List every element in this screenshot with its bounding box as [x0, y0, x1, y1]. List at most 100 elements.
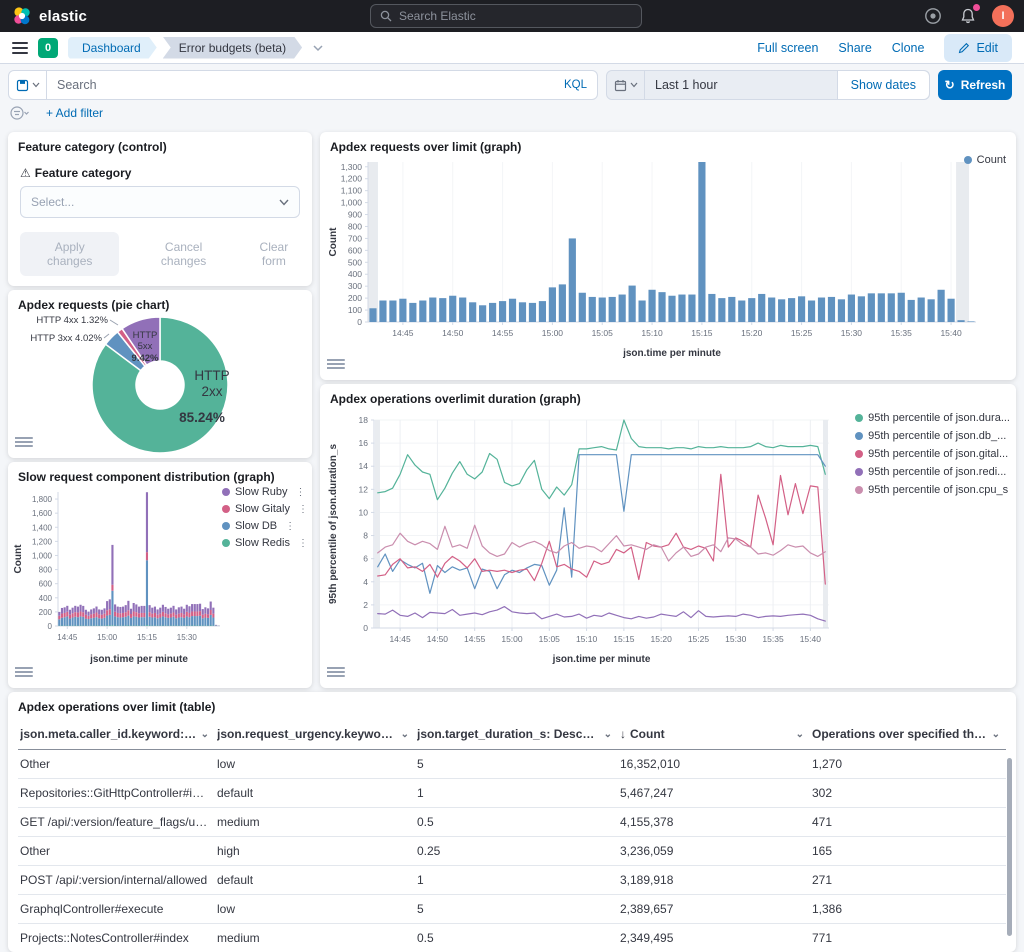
- breadcrumb-chevron-down-icon[interactable]: [312, 44, 324, 52]
- table-cell: low: [215, 895, 415, 924]
- svg-text:400: 400: [348, 269, 362, 279]
- apdex-requests-pie-chart[interactable]: HTTP2xx85.24%HTTP5xx9.42%HTTP 4xx 1.32%H…: [16, 308, 304, 456]
- legend-item[interactable]: 95th percentile of json.dura...: [855, 412, 1010, 424]
- svg-text:5xx: 5xx: [138, 341, 153, 352]
- legend-item[interactable]: 95th percentile of json.redi...: [855, 466, 1010, 478]
- kql-badge[interactable]: KQL: [564, 79, 597, 91]
- menu-hamburger-icon[interactable]: [12, 42, 28, 54]
- logo-text: elastic: [39, 8, 87, 25]
- apply-changes-button[interactable]: Apply changes: [20, 232, 119, 276]
- time-range-value[interactable]: Last 1 hour: [645, 78, 718, 92]
- share-button[interactable]: Share: [838, 41, 871, 55]
- feature-category-select[interactable]: Select...: [20, 186, 300, 218]
- legend-item[interactable]: Slow Redis⋮: [222, 537, 308, 549]
- search-icon: [380, 10, 392, 22]
- apdex-overlimit-duration-line-chart[interactable]: 02468101214161814:4514:5014:5515:0015:05…: [324, 406, 864, 684]
- deployment-icon[interactable]: [922, 5, 944, 27]
- legend-toggle-icon[interactable]: [15, 665, 33, 681]
- table-cell: 1,386: [810, 895, 1006, 924]
- legend-label: Slow DB: [235, 520, 277, 532]
- breadcrumb-dashboard[interactable]: Dashboard: [68, 37, 157, 59]
- svg-text:14:50: 14:50: [427, 634, 449, 644]
- legend-kebab-menu-icon[interactable]: ⋮: [296, 487, 306, 498]
- clone-button[interactable]: Clone: [892, 41, 925, 55]
- table-row: Projects::NotesController#indexmedium0.5…: [18, 924, 1006, 952]
- legend-item[interactable]: Slow DB ⋮: [222, 520, 308, 532]
- legend-kebab-menu-icon[interactable]: ⋮: [285, 521, 295, 532]
- legend-color-dot: [855, 486, 863, 494]
- saved-query-menu[interactable]: [9, 71, 47, 99]
- legend-item[interactable]: 95th percentile of json.cpu_s: [855, 484, 1010, 496]
- clear-form-button[interactable]: Clear form: [248, 240, 300, 268]
- apdex-requests-bar-chart[interactable]: 01002003004005006007008009001,0001,1001,…: [324, 154, 1000, 376]
- line-series: [378, 607, 826, 622]
- column-header-0[interactable]: json.meta.caller_id.keyword: Desce...⌄: [18, 718, 215, 750]
- quick-select-menu[interactable]: [607, 71, 645, 99]
- legend-toggle-icon[interactable]: [15, 435, 33, 451]
- legend-item[interactable]: Slow Gitaly⋮: [222, 503, 308, 515]
- notifications-bell-icon[interactable]: [957, 5, 979, 27]
- column-header-3[interactable]: ↓Count⌄: [618, 718, 810, 750]
- table-cell: 3,236,059: [618, 837, 810, 866]
- edit-button[interactable]: Edit: [944, 34, 1012, 62]
- elastic-logo[interactable]: elastic: [0, 6, 87, 26]
- table-cell: medium: [215, 924, 415, 952]
- svg-text:14:45: 14:45: [392, 328, 414, 338]
- legend-kebab-menu-icon[interactable]: ⋮: [298, 504, 308, 515]
- column-menu-chevron-icon[interactable]: ⌄: [201, 729, 209, 740]
- legend-item[interactable]: Count: [964, 154, 1006, 166]
- legend-item[interactable]: Slow Ruby⋮: [222, 486, 308, 498]
- add-filter-button[interactable]: + Add filter: [46, 106, 103, 120]
- calendar-icon: [614, 79, 627, 92]
- svg-text:18: 18: [359, 415, 369, 425]
- panel-apdex-overlimit-duration: Apdex operations overlimit duration (gra…: [320, 384, 1016, 688]
- column-header-4[interactable]: Operations over specified threshold...⌄: [810, 718, 1006, 750]
- table-cell: medium: [215, 808, 415, 837]
- svg-text:700: 700: [348, 233, 362, 243]
- svg-text:12: 12: [359, 484, 369, 494]
- svg-text:6: 6: [363, 554, 368, 564]
- space-badge[interactable]: 0: [38, 38, 58, 58]
- legend-item[interactable]: 95th percentile of json.db_...: [855, 430, 1010, 442]
- global-search-input[interactable]: Search Elastic: [370, 4, 642, 28]
- svg-text:HTTP: HTTP: [194, 368, 229, 383]
- svg-text:15:05: 15:05: [539, 634, 561, 644]
- table-cell: 271: [810, 866, 1006, 895]
- column-menu-chevron-icon[interactable]: ⌄: [401, 729, 409, 740]
- table-scrollbar[interactable]: [1007, 758, 1012, 936]
- refresh-button[interactable]: ↻ Refresh: [938, 70, 1012, 100]
- column-menu-chevron-icon[interactable]: ⌄: [796, 729, 804, 740]
- pencil-icon: [958, 42, 970, 54]
- cancel-changes-button[interactable]: Cancel changes: [143, 240, 223, 268]
- table-cell: 471: [810, 808, 1006, 837]
- filter-menu-icon[interactable]: [10, 106, 30, 120]
- table-cell: 1: [415, 779, 618, 808]
- legend-kebab-menu-icon[interactable]: ⋮: [298, 538, 308, 549]
- column-header-1[interactable]: json.request_urgency.keyword: Des...⌄: [215, 718, 415, 750]
- column-menu-chevron-icon[interactable]: ⌄: [604, 729, 612, 740]
- refresh-icon: ↻: [945, 78, 955, 92]
- table-cell: 771: [810, 924, 1006, 952]
- table-row: Otherlow516,352,0101,270: [18, 750, 1006, 779]
- table-body: Otherlow516,352,0101,270Repositories::Gi…: [18, 750, 1006, 952]
- svg-text:14:45: 14:45: [389, 634, 411, 644]
- full-screen-button[interactable]: Full screen: [757, 41, 818, 55]
- legend-color-dot: [222, 539, 230, 547]
- svg-text:14:50: 14:50: [442, 328, 464, 338]
- date-picker[interactable]: Last 1 hour Show dates: [606, 70, 930, 100]
- table-cell: 5,467,247: [618, 779, 810, 808]
- legend-toggle-icon[interactable]: [327, 665, 345, 681]
- column-header-2[interactable]: json.target_duration_s: Descending⌄: [415, 718, 618, 750]
- kql-search-bar[interactable]: Search KQL: [8, 70, 598, 100]
- breadcrumb-current: Error budgets (beta): [163, 37, 302, 59]
- svg-text:1,800: 1,800: [32, 495, 53, 504]
- svg-text:15:15: 15:15: [613, 634, 635, 644]
- column-menu-chevron-icon[interactable]: ⌄: [992, 729, 1000, 740]
- user-avatar[interactable]: I: [992, 5, 1014, 27]
- legend-toggle-icon[interactable]: [327, 357, 345, 373]
- show-dates-button[interactable]: Show dates: [837, 71, 929, 99]
- legend-item[interactable]: 95th percentile of json.gital...: [855, 448, 1010, 460]
- svg-text:15:40: 15:40: [800, 634, 822, 644]
- slow-request-stacked-bar-chart[interactable]: 02004006008001,0001,2001,4001,6001,80014…: [10, 484, 228, 680]
- svg-text:15:00: 15:00: [97, 633, 118, 642]
